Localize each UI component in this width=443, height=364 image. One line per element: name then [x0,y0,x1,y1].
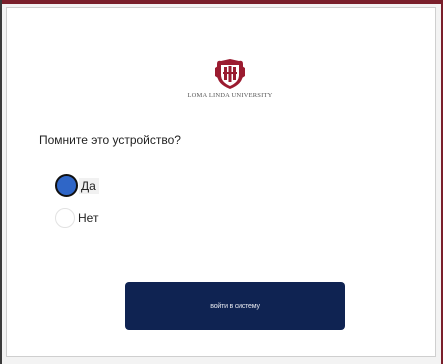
remember-device-question: Помните это устройство? [39,133,181,147]
radio-button-unchecked[interactable] [55,208,75,228]
sign-in-button[interactable]: войти в систему [125,282,345,330]
university-crest-icon [215,59,245,89]
remember-device-card: LOMA LINDA UNIVERSITY Помните это устрой… [6,7,436,357]
university-logo: LOMA LINDA UNIVERSITY [175,58,285,108]
left-border [0,0,2,364]
radio-button-checked[interactable] [55,174,78,197]
radio-label-no[interactable]: Нет [76,210,101,226]
university-name: LOMA LINDA UNIVERSITY [187,92,273,99]
top-border [0,0,443,4]
page: LOMA LINDA UNIVERSITY Помните это устрой… [0,0,443,364]
radio-option-yes[interactable]: Да [55,174,99,197]
radio-option-no[interactable]: Нет [55,208,101,228]
radio-label-yes[interactable]: Да [79,177,99,194]
